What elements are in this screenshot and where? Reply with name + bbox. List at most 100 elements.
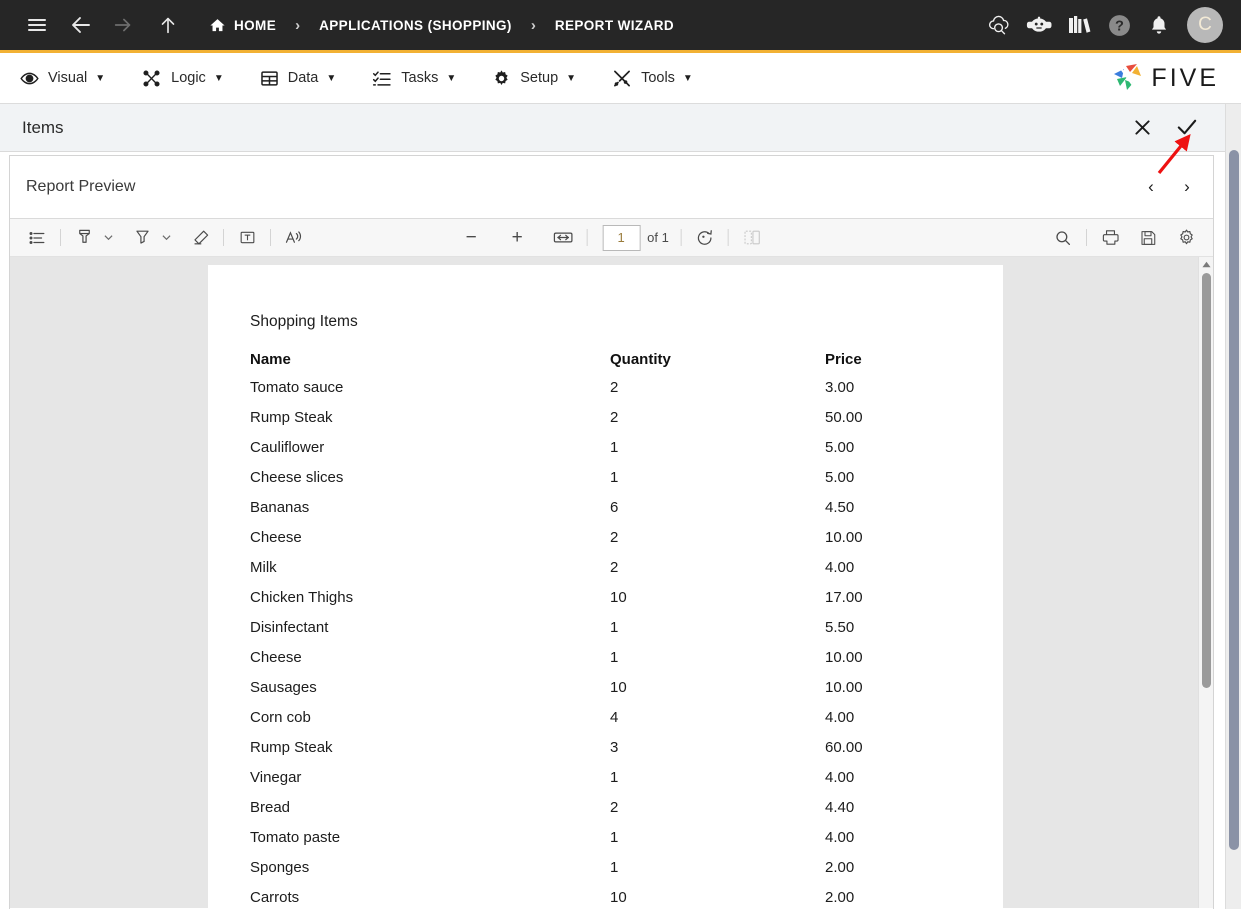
- page-number-input[interactable]: [602, 224, 641, 251]
- cell-name: Disinfectant: [250, 619, 329, 636]
- cloud-search-icon[interactable]: [979, 5, 1019, 45]
- five-brand-logo: FIVE: [1111, 63, 1219, 93]
- cell-price: 4.00: [825, 769, 855, 786]
- hamburger-menu-icon[interactable]: [20, 8, 54, 42]
- previous-record-button[interactable]: ‹: [1133, 169, 1169, 205]
- report-preview-header: Report Preview ‹ ›: [10, 156, 1213, 219]
- cell-quantity: 1: [610, 439, 619, 456]
- breadcrumb-item-home[interactable]: HOME: [234, 18, 276, 33]
- search-icon[interactable]: [1048, 223, 1078, 253]
- user-avatar[interactable]: C: [1187, 7, 1223, 43]
- breadcrumb-item-report-wizard[interactable]: REPORT WIZARD: [555, 18, 674, 33]
- gear-icon: [492, 69, 511, 88]
- menu-item-data[interactable]: Data ▼: [260, 69, 336, 88]
- cell-name: Tomato paste: [250, 829, 341, 846]
- cell-name: Milk: [250, 559, 277, 576]
- cell-name: Bread: [250, 799, 291, 816]
- zoom-in-button[interactable]: +: [502, 223, 532, 253]
- cell-price: 4.50: [825, 499, 855, 516]
- menu-item-setup[interactable]: Setup ▼: [492, 69, 576, 88]
- table-row: Rump Steak 2 50.00: [250, 409, 961, 439]
- table-row: Bananas 6 4.50: [250, 499, 961, 529]
- menu-item-tasks[interactable]: Tasks ▼: [372, 69, 456, 88]
- cell-quantity: 1: [610, 829, 619, 846]
- menu-label-tools: Tools: [641, 70, 675, 86]
- cell-quantity: 10: [610, 589, 627, 606]
- pen-marker-icon[interactable]: [127, 223, 157, 253]
- menu-item-tools[interactable]: Tools ▼: [612, 69, 693, 88]
- save-icon[interactable]: [1133, 223, 1163, 253]
- cell-quantity: 2: [610, 409, 619, 426]
- table-row: Bread 2 4.40: [250, 799, 961, 829]
- add-text-icon[interactable]: [232, 223, 262, 253]
- menu-item-logic[interactable]: Logic ▼: [141, 69, 224, 88]
- up-arrow-icon[interactable]: [151, 8, 185, 42]
- highlighter-dropdown-chevron-down-icon[interactable]: [99, 224, 117, 252]
- close-x-button[interactable]: [1120, 106, 1164, 150]
- page-total-label: of 1: [647, 230, 669, 245]
- page-scrollbar-thumb[interactable]: [1229, 150, 1239, 850]
- cell-name: Carrots: [250, 889, 300, 906]
- help-icon[interactable]: ?: [1099, 5, 1139, 45]
- outline-list-icon[interactable]: [22, 223, 52, 253]
- toolbar-divider: [1086, 229, 1087, 246]
- cell-price: 4.00: [825, 709, 855, 726]
- report-page: Shopping Items Name Quantity Price Tomat…: [208, 265, 1003, 908]
- menu-item-visual[interactable]: Visual ▼: [20, 69, 105, 88]
- scroll-up-arrow-icon[interactable]: [1199, 257, 1213, 271]
- table-row: Rump Steak 3 60.00: [250, 739, 961, 769]
- table-body: Tomato sauce 2 3.00 Rump Steak 2 50.00 Cauli…: [250, 379, 961, 908]
- cell-name: Cheese: [250, 649, 302, 666]
- page-view-layout-icon[interactable]: [737, 223, 767, 253]
- back-arrow-icon[interactable]: [64, 8, 98, 42]
- menu-label-data: Data: [287, 70, 319, 86]
- menu-label-tasks: Tasks: [401, 70, 439, 86]
- settings-gear-icon[interactable]: [1171, 223, 1201, 253]
- table-row: Cheese 2 10.00: [250, 529, 961, 559]
- notification-bell-icon[interactable]: [1139, 5, 1179, 45]
- cell-price: 50.00: [825, 409, 863, 426]
- toolbar-right-group: [1048, 223, 1201, 253]
- breadcrumb-item-applications[interactable]: APPLICATIONS (SHOPPING): [319, 18, 512, 33]
- eraser-icon[interactable]: [185, 223, 215, 253]
- rotate-icon[interactable]: [690, 223, 720, 253]
- checklist-icon: [372, 69, 392, 88]
- library-books-icon[interactable]: [1059, 5, 1099, 45]
- print-icon[interactable]: [1095, 223, 1125, 253]
- chat-bot-icon[interactable]: [1019, 5, 1059, 45]
- document-viewport[interactable]: Shopping Items Name Quantity Price Tomat…: [10, 257, 1213, 908]
- five-pinwheel-icon: [1114, 64, 1142, 90]
- highlighter-icon[interactable]: [69, 223, 99, 253]
- cell-name: Tomato sauce: [250, 379, 344, 396]
- forward-arrow-icon[interactable]: [106, 8, 140, 42]
- zoom-out-button[interactable]: −: [456, 223, 486, 253]
- cell-name: Bananas: [250, 499, 310, 516]
- preview-record-nav: ‹ ›: [1133, 169, 1205, 205]
- topbar-right-group: ? C: [979, 5, 1223, 45]
- breadcrumb: HOME › APPLICATIONS (SHOPPING) › REPORT …: [209, 17, 674, 34]
- document-scrollbar-thumb[interactable]: [1202, 273, 1211, 688]
- page-scrollbar[interactable]: [1225, 104, 1241, 909]
- eye-icon: [20, 69, 39, 88]
- home-icon: [209, 17, 226, 34]
- cell-price: 60.00: [825, 739, 863, 756]
- fit-to-width-icon[interactable]: [548, 223, 578, 253]
- pen-dropdown-chevron-down-icon[interactable]: [157, 224, 175, 252]
- next-record-button[interactable]: ›: [1169, 169, 1205, 205]
- confirm-checkmark-button[interactable]: [1164, 106, 1208, 150]
- table-row: Cheese slices 1 5.00: [250, 469, 961, 499]
- document-scrollbar[interactable]: [1198, 257, 1213, 908]
- table-row: Corn cob 4 4.00: [250, 709, 961, 739]
- cell-name: Cheese slices: [250, 469, 344, 486]
- report-preview-panel: Report Preview ‹ › − + 1 of 1 Shopping I…: [9, 155, 1214, 909]
- cell-quantity: 2: [610, 379, 619, 396]
- chevron-down-icon: ▼: [682, 72, 693, 84]
- toolbar-divider: [680, 229, 682, 246]
- read-aloud-icon[interactable]: [279, 223, 309, 253]
- toolbar-center-group: − + of 1: [456, 223, 767, 253]
- report-viewer-toolbar: − + of 1: [10, 219, 1213, 257]
- items-header-bar: Items: [0, 104, 1241, 152]
- table-row: Chicken Thighs 10 17.00: [250, 589, 961, 619]
- cell-name: Chicken Thighs: [250, 589, 354, 606]
- cell-price: 5.00: [825, 439, 855, 456]
